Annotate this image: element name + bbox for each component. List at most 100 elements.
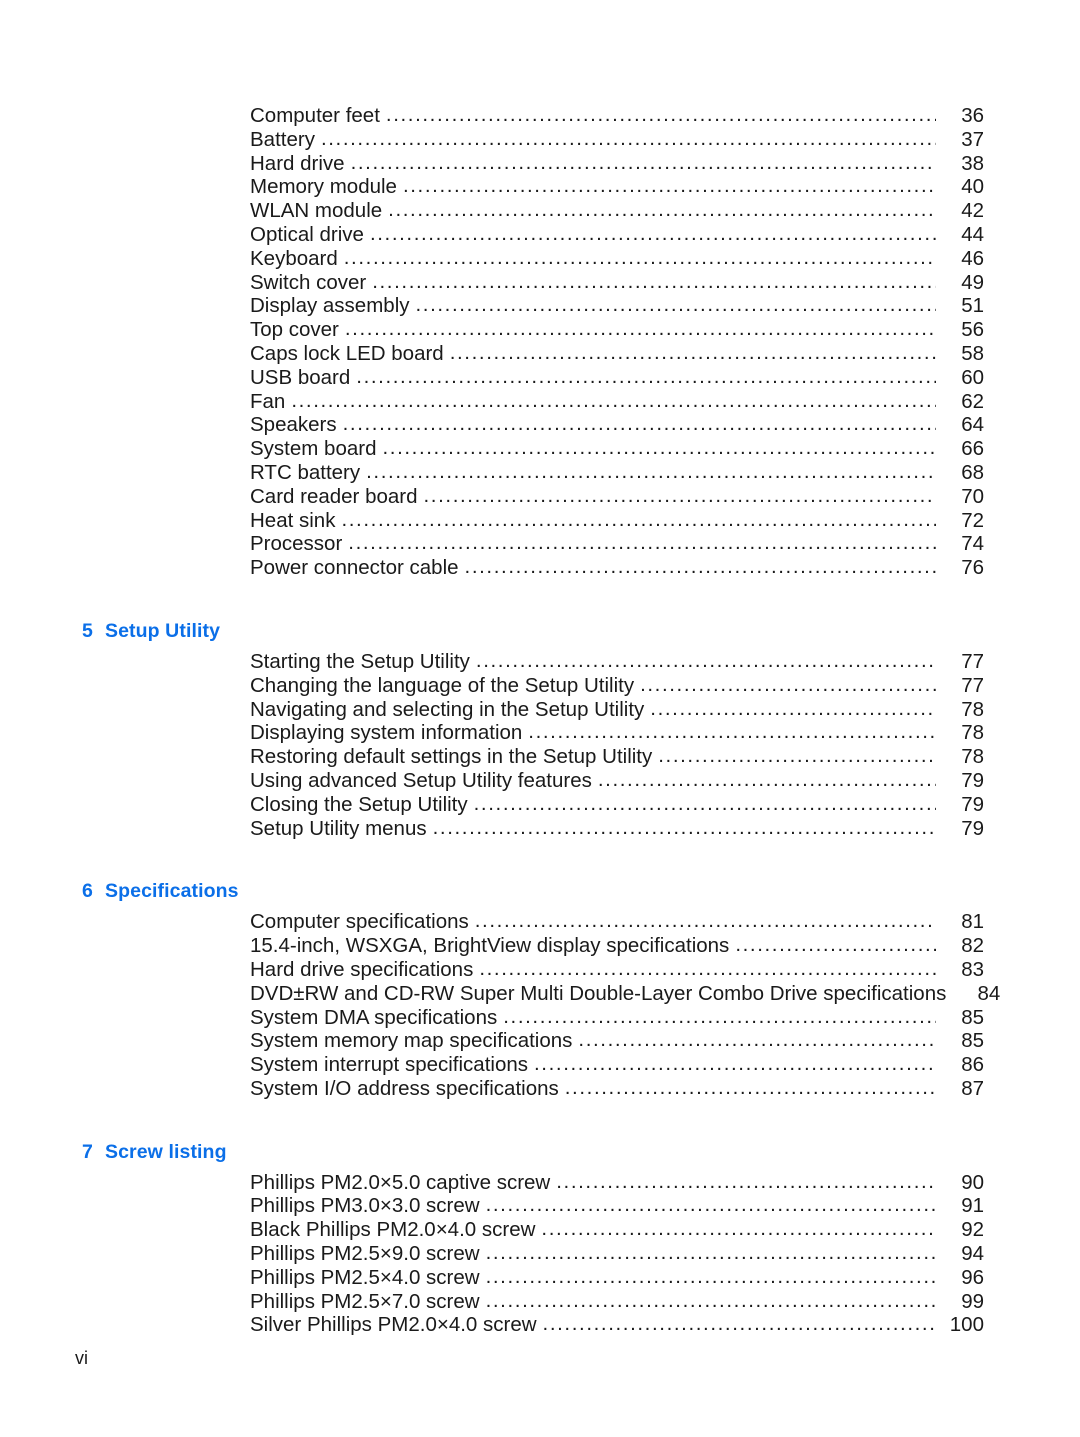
toc-entry-label: Memory module [250, 175, 397, 199]
toc-entry-page-number: 83 [961, 957, 984, 981]
toc-entry[interactable]: Caps lock LED board.....................… [250, 341, 984, 366]
toc-entry-label: Speakers [250, 413, 337, 437]
toc-leader-dots: ........................................… [291, 388, 936, 412]
toc-entry[interactable]: Changing the language of the Setup Utili… [250, 673, 984, 698]
section-number: 7 [82, 1140, 93, 1163]
toc-entry-page-number: 60 [961, 365, 984, 389]
toc-entry[interactable]: WLAN module.............................… [250, 198, 984, 223]
toc-entry[interactable]: Processor...............................… [250, 531, 984, 556]
toc-entry[interactable]: DVD±RW and CD-RW Super Multi Double-Laye… [250, 982, 1000, 1006]
toc-entry-page-number: 87 [961, 1076, 984, 1100]
toc-entry[interactable]: Phillips PM2.0×5.0 captive screw........… [250, 1169, 984, 1195]
toc-entry[interactable]: Phillips PM2.5×9.0 screw................… [250, 1241, 984, 1266]
toc-entry-page-number: 51 [961, 294, 984, 318]
toc-leader-dots: ........................................… [356, 364, 936, 388]
toc-entry[interactable]: Top cover...............................… [250, 317, 984, 342]
toc-entry-label: Changing the language of the Setup Utili… [250, 673, 635, 697]
toc-entry-page-number: 90 [961, 1170, 984, 1194]
toc-entry[interactable]: RTC battery.............................… [250, 459, 984, 485]
toc-entry[interactable]: Heat sink...............................… [250, 508, 984, 533]
section-title: Setup Utility [105, 619, 221, 642]
toc-entry[interactable]: Phillips PM2.5×7.0 screw................… [250, 1289, 984, 1314]
section-heading-7[interactable]: 7 Screw listing [0, 1141, 1080, 1164]
toc-leader-dots: ........................................… [474, 909, 936, 933]
toc-entry[interactable]: Black Phillips PM2.0×4.0 screw..........… [250, 1217, 984, 1242]
toc-entry-label: Caps lock LED board [250, 341, 444, 365]
toc-leader-dots: ........................................… [350, 150, 936, 174]
toc-entry[interactable]: Computer feet...........................… [250, 103, 984, 128]
toc-leader-dots: ........................................… [366, 459, 936, 483]
toc-entry[interactable]: Power connector cable...................… [250, 555, 984, 580]
toc-entry-label: Optical drive [250, 222, 364, 246]
toc-entry[interactable]: Battery.................................… [250, 126, 984, 152]
toc-entry[interactable]: Switch cover............................… [250, 270, 984, 295]
toc-entry[interactable]: Keyboard................................… [250, 246, 984, 271]
section-number: 6 [82, 880, 93, 903]
toc-entry-label: Battery [250, 127, 315, 151]
toc-entry[interactable]: USB board...............................… [250, 364, 984, 390]
toc-leader-dots: ........................................… [479, 956, 936, 980]
toc-leader-dots: ........................................… [556, 1169, 936, 1193]
toc-entry[interactable]: Closing the Setup Utility...............… [250, 792, 984, 817]
toc-entry-label: Black Phillips PM2.0×4.0 screw [250, 1218, 536, 1242]
toc-entry-page-number: 84 [977, 981, 1001, 1005]
toc-entry[interactable]: Using advanced Setup Utility features...… [250, 768, 984, 793]
section-heading-6[interactable]: 6 Specifications [0, 880, 1080, 903]
toc-entry[interactable]: Display assembly........................… [250, 293, 984, 318]
toc-entry[interactable]: Navigating and selecting in the Setup Ut… [250, 696, 984, 722]
toc-leader-dots: ........................................… [485, 1264, 936, 1288]
toc-entry[interactable]: Restoring default settings in the Setup … [250, 744, 984, 769]
toc-entry[interactable]: Computer specifications.................… [250, 909, 984, 934]
toc-entry-label: Keyboard [250, 246, 338, 270]
toc-entry[interactable]: Displaying system information...........… [250, 720, 984, 745]
toc-entry-label: System board [250, 437, 377, 461]
toc-entry-label: WLAN module [250, 199, 383, 223]
toc-entry-label: 15.4-inch, WSXGA, BrightView display spe… [250, 934, 730, 958]
toc-entry[interactable]: System memory map specifications........… [250, 1028, 984, 1053]
toc-entry-page-number: 81 [961, 910, 984, 934]
toc-entry-label: Phillips PM2.0×5.0 captive screw [250, 1170, 551, 1194]
toc-entry[interactable]: Optical drive...........................… [250, 221, 984, 247]
toc-entry-label: Top cover [250, 318, 339, 342]
toc-entry-page-number: 78 [961, 721, 984, 745]
toc-entry-group: Phillips PM2.0×5.0 captive screw........… [0, 1169, 1080, 1338]
toc-entry-page-number: 85 [961, 1029, 984, 1053]
toc-entry-label: Silver Phillips PM2.0×4.0 screw [250, 1313, 537, 1337]
toc-entry-label: Computer specifications [250, 910, 469, 934]
toc-leader-dots: ........................................… [564, 1075, 936, 1099]
toc-leader-dots: ........................................… [320, 126, 936, 150]
toc-entry[interactable]: Hard drive..............................… [250, 150, 984, 176]
toc-entry[interactable]: Hard drive specifications...............… [250, 956, 984, 982]
toc-entry[interactable]: Memory module...........................… [250, 174, 984, 199]
toc-entry[interactable]: Setup Utility menus.....................… [250, 816, 984, 841]
toc-entry-page-number: 76 [961, 556, 984, 580]
toc-entry-page-number: 79 [961, 816, 984, 840]
toc-entry[interactable]: 15.4-inch, WSXGA, BrightView display spe… [250, 933, 984, 958]
toc-entry-label: Navigating and selecting in the Setup Ut… [250, 697, 645, 721]
toc-entry[interactable]: Phillips PM2.5×4.0 screw................… [250, 1264, 984, 1290]
toc-entry[interactable]: System board............................… [250, 436, 984, 461]
toc-entry[interactable]: System DMA specifications...............… [250, 1005, 984, 1030]
toc-entry[interactable]: Phillips PM3.0×3.0 screw................… [250, 1193, 984, 1218]
toc-leader-dots: ........................................… [382, 436, 936, 460]
toc-leader-dots: ........................................… [344, 317, 936, 341]
toc-leader-dots: ........................................… [650, 696, 936, 720]
toc-entry[interactable]: System I/O address specifications.......… [250, 1075, 984, 1101]
toc-leader-dots: ........................................… [369, 221, 936, 245]
toc-entry-page-number: 86 [961, 1053, 984, 1077]
toc-entry[interactable]: Card reader board.......................… [250, 484, 984, 509]
toc-entry-label: USB board [250, 365, 351, 389]
toc-entry[interactable]: Speakers................................… [250, 412, 984, 437]
toc-entry-label: Displaying system information [250, 721, 523, 745]
toc-entry-page-number: 78 [961, 697, 984, 721]
top-spacer [0, 0, 1080, 104]
toc-entry[interactable]: Fan.....................................… [250, 388, 984, 414]
section-heading-5[interactable]: 5 Setup Utility [0, 620, 1080, 643]
toc-leader-dots: ........................................… [388, 198, 936, 222]
toc-entry[interactable]: Silver Phillips PM2.0×4.0 screw.........… [250, 1312, 984, 1337]
toc-entry-page-number: 46 [961, 246, 984, 270]
toc-entry[interactable]: System interrupt specifications.........… [250, 1052, 984, 1077]
toc-entry[interactable]: Starting the Setup Utility..............… [250, 649, 984, 674]
